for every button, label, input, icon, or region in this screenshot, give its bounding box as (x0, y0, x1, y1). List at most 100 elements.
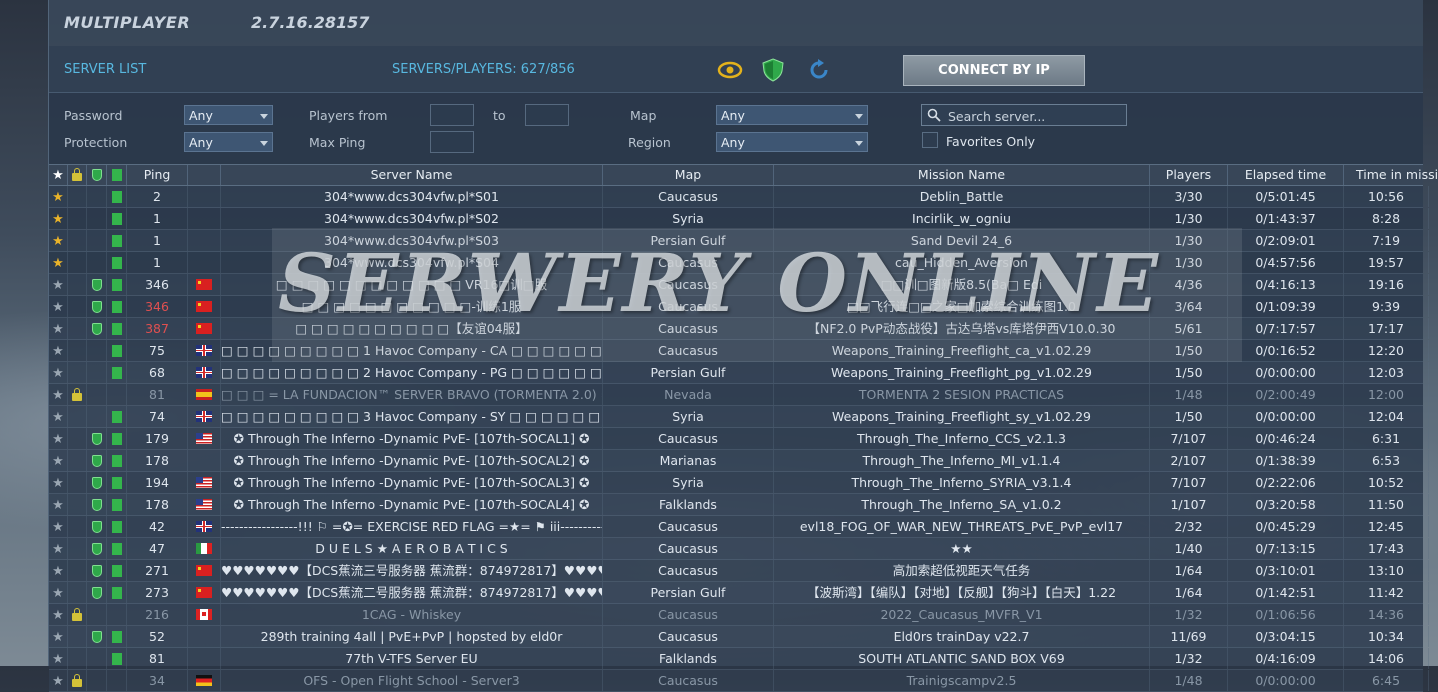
search-input[interactable] (946, 106, 1126, 126)
favorite-cell[interactable]: ★ (49, 318, 68, 339)
table-row[interactable]: ★ 2 304*www.dcs304vfw.pl*S01 Caucasus Deblin… (49, 186, 1429, 208)
favorite-cell[interactable]: ★ (49, 208, 68, 229)
col-map[interactable]: Map (603, 165, 774, 185)
col-players[interactable]: Players (1150, 165, 1228, 185)
star-icon[interactable]: ★ (52, 498, 64, 513)
table-row[interactable]: ★ 194 ✪ Through The Inferno -Dynamic PvE- … (49, 472, 1429, 494)
favorite-cell[interactable]: ★ (49, 582, 68, 603)
protection-select[interactable]: Any (184, 132, 273, 152)
col-protection[interactable] (87, 165, 107, 185)
refresh-icon[interactable] (806, 58, 832, 82)
table-row[interactable]: ★ 387 □ □ □ □ □ □ □ □ □ □【友谊04服】 Caucasus 【N… (49, 318, 1429, 340)
table-row[interactable]: ★ 216 1CAG - Whiskey Caucasus 2022_Caucasus_… (49, 604, 1429, 626)
favorite-cell[interactable]: ★ (49, 670, 68, 691)
star-icon[interactable]: ★ (52, 300, 64, 315)
connect-by-ip-button[interactable]: CONNECT BY IP (903, 55, 1085, 86)
star-icon[interactable]: ★ (52, 520, 64, 535)
favorite-cell[interactable]: ★ (49, 494, 68, 515)
mission-cell: 【波斯湾】【编队】【对地】【反舰】【狗斗】【白天】1.22 (774, 582, 1150, 603)
col-elapsed-time[interactable]: Elapsed time (1228, 165, 1344, 185)
star-icon[interactable]: ★ (52, 454, 64, 469)
star-icon[interactable]: ★ (52, 608, 64, 623)
favorite-cell[interactable]: ★ (49, 560, 68, 581)
favorite-cell[interactable]: ★ (49, 450, 68, 471)
table-row[interactable]: ★ 1 304*www.dcs304vfw.pl*S04 Caucasus cau_Hi… (49, 252, 1429, 274)
favorite-cell[interactable]: ★ (49, 604, 68, 625)
table-row[interactable]: ★ 81 □ □ □ = LA FUNDACION™ SERVER BRAVO (T… (49, 384, 1429, 406)
star-icon[interactable]: ★ (52, 322, 64, 337)
table-row[interactable]: ★ 68 □ □ □ □ □ □ □ □ □ 2 Havoc Company - P… (49, 362, 1429, 384)
star-icon[interactable]: ★ (52, 652, 64, 667)
favorite-cell[interactable]: ★ (49, 186, 68, 207)
max-ping-input[interactable] (430, 131, 474, 153)
star-icon[interactable]: ★ (52, 630, 64, 645)
players-to-input[interactable] (525, 104, 569, 126)
star-icon[interactable]: ★ (52, 366, 64, 381)
table-row[interactable]: ★ 34 OFS - Open Flight School - Server3 Cau… (49, 670, 1429, 692)
search-box[interactable] (921, 104, 1127, 126)
players-cell: 1/64 (1150, 582, 1228, 603)
table-row[interactable]: ★ 52 289th training 4all | PvE+PvP | hopst… (49, 626, 1429, 648)
favorite-cell[interactable]: ★ (49, 406, 68, 427)
star-icon[interactable]: ★ (52, 234, 64, 249)
star-icon[interactable]: ★ (52, 586, 64, 601)
star-icon[interactable]: ★ (52, 564, 64, 579)
favorite-cell[interactable]: ★ (49, 538, 68, 559)
shield-icon[interactable] (760, 58, 786, 82)
star-icon[interactable]: ★ (52, 388, 64, 403)
table-row[interactable]: ★ 74 □ □ □ □ □ □ □ □ □ 3 Havoc Company - S… (49, 406, 1429, 428)
col-favorite[interactable]: ★ (49, 165, 68, 185)
star-icon[interactable]: ★ (52, 278, 64, 293)
col-mission-name[interactable]: Mission Name (774, 165, 1150, 185)
table-row[interactable]: ★ 178 ✪ Through The Inferno -Dynamic PvE- … (49, 494, 1429, 516)
col-ping[interactable]: Ping (127, 165, 188, 185)
table-row[interactable]: ★ 81 77th V-TFS Server EU Falklands SOUTH AT… (49, 648, 1429, 670)
favorite-cell[interactable]: ★ (49, 296, 68, 317)
favorite-cell[interactable]: ★ (49, 362, 68, 383)
table-row[interactable]: ★ 346 □ □ □ □ □ □ □ □ □ □ □ □ VR16□训□服 Cauc… (49, 274, 1429, 296)
favorite-cell[interactable]: ★ (49, 428, 68, 449)
star-icon[interactable]: ★ (52, 476, 64, 491)
star-icon[interactable]: ★ (52, 410, 64, 425)
star-icon[interactable]: ★ (52, 542, 64, 557)
col-flag[interactable] (188, 165, 221, 185)
col-time-in-mission[interactable]: Time in missio (1344, 165, 1438, 185)
favorite-cell[interactable]: ★ (49, 626, 68, 647)
table-row[interactable]: ★ 75 □ □ □ □ □ □ □ □ □ 1 Havoc Company - C… (49, 340, 1429, 362)
ping-cell: 216 (127, 604, 188, 625)
star-icon[interactable]: ★ (52, 674, 64, 689)
favorite-cell[interactable]: ★ (49, 472, 68, 493)
col-password[interactable] (68, 165, 87, 185)
col-status[interactable] (107, 165, 127, 185)
players-from-input[interactable] (430, 104, 474, 126)
table-row[interactable]: ★ 42 -----------------!!! ⚐ =✪= EXERCISE R… (49, 516, 1429, 538)
favorite-cell[interactable]: ★ (49, 230, 68, 251)
star-icon[interactable]: ★ (52, 432, 64, 447)
col-server-name[interactable]: Server Name (221, 165, 603, 185)
map-select[interactable]: Any (716, 105, 868, 125)
favorites-only-checkbox[interactable] (922, 132, 938, 148)
table-row[interactable]: ★ 346 □ □ □ □ □ □ □ □ □ □ □-训练1服 Caucasus □□… (49, 296, 1429, 318)
eye-icon[interactable] (717, 58, 743, 82)
favorite-cell[interactable]: ★ (49, 340, 68, 361)
password-value: Any (189, 108, 213, 123)
table-row[interactable]: ★ 273 ♥♥♥♥♥♥♥【DCS蕉流二号服务器 蕉流群：874972817】♥♥♥… (49, 582, 1429, 604)
favorite-cell[interactable]: ★ (49, 252, 68, 273)
table-row[interactable]: ★ 1 304*www.dcs304vfw.pl*S02 Syria Incirlik_… (49, 208, 1429, 230)
server-list-tab[interactable]: SERVER LIST (64, 62, 146, 77)
region-select[interactable]: Any (716, 132, 868, 152)
favorite-cell[interactable]: ★ (49, 516, 68, 537)
star-icon[interactable]: ★ (52, 256, 64, 271)
table-row[interactable]: ★ 271 ♥♥♥♥♥♥♥【DCS蕉流三号服务器 蕉流群：874972817】♥♥♥… (49, 560, 1429, 582)
favorite-cell[interactable]: ★ (49, 384, 68, 405)
table-row[interactable]: ★ 47 D U E L S ★ A E R O B A T I C S Caucas… (49, 538, 1429, 560)
table-row[interactable]: ★ 178 ✪ Through The Inferno -Dynamic PvE- … (49, 450, 1429, 472)
star-icon[interactable]: ★ (52, 344, 64, 359)
favorite-cell[interactable]: ★ (49, 274, 68, 295)
table-row[interactable]: ★ 1 304*www.dcs304vfw.pl*S03 Persian Gulf Sa… (49, 230, 1429, 252)
table-row[interactable]: ★ 179 ✪ Through The Inferno -Dynamic PvE- … (49, 428, 1429, 450)
password-select[interactable]: Any (184, 105, 273, 125)
name-cell: □ □ □ □ □ □ □ □ □ 3 Havoc Company - SY □… (221, 406, 603, 427)
star-icon[interactable]: ★ (52, 190, 64, 205)
star-icon[interactable]: ★ (52, 212, 64, 227)
